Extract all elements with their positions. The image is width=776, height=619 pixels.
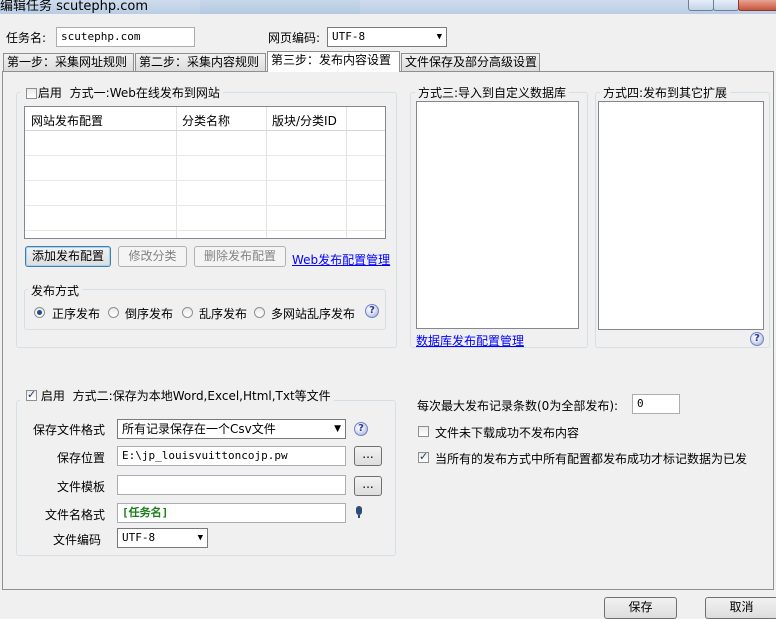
grid-row-line [25,205,385,206]
background-window-tab [200,0,360,14]
task-name-label: 任务名: [6,31,47,45]
method2-legend: 启用 方式二:保存为本地Word,Excel,Html,Txt等文件 [20,387,334,403]
method1-enable-checkbox[interactable] [26,88,37,99]
insert-tag-icon[interactable] [355,506,363,518]
mark-published-label[interactable]: 当所有的发布方式中所有配置都发布成功才标记数据为已发 [435,450,747,467]
radio-sequential[interactable] [34,307,45,318]
grid-row-line [25,230,385,231]
save-format-label: 保存文件格式 [33,423,106,437]
help-icon[interactable]: ? [354,422,368,436]
encoding-label: 网页编码: [268,31,321,45]
radio-reverse[interactable] [108,307,119,318]
maximize-button[interactable] [713,0,739,11]
tab-step4[interactable]: 文件保存及部分高级设置 [401,53,540,71]
grid-header-category[interactable]: 分类名称 [182,112,230,129]
filename-format-label: 文件名格式 [45,508,106,522]
publish-config-grid[interactable]: 网站发布配置 分类名称 版块/分类ID [24,106,386,239]
save-location-input[interactable]: E:\jp_louisvuittoncojp.pw [117,446,346,466]
method2-enable-checkbox[interactable] [26,388,37,401]
edit-category-button[interactable]: 修改分类 [118,246,187,267]
file-template-label: 文件模板 [57,480,106,494]
radio-random[interactable] [182,307,193,318]
skip-failed-checkbox[interactable] [418,426,429,437]
chevron-down-icon: ▼ [197,533,203,543]
delete-publish-config-button[interactable]: 删除发布配置 [194,246,286,267]
mark-published-checkbox[interactable] [418,450,429,463]
help-icon[interactable]: ? [750,332,764,346]
filename-format-input[interactable]: [任务名] [117,503,346,523]
max-records-label: 每次最大发布记录条数(0为全部发布): [417,399,619,413]
file-template-input[interactable] [117,475,346,495]
encoding-select[interactable]: UTF-8 ▼ [327,27,447,47]
save-format-value: 所有记录保存在一个Csv文件 [122,422,276,436]
browse-location-button[interactable]: ... [354,446,382,466]
method1-legend: 启用 方式一:Web在线发布到网站 [20,84,223,100]
task-name-input[interactable]: scutephp.com [56,27,195,47]
method2-title: 方式二:保存为本地Word,Excel,Html,Txt等文件 [72,389,331,403]
save-location-label: 保存位置 [57,451,106,465]
add-publish-config-button[interactable]: 添加发布配置 [25,246,111,267]
save-format-select[interactable]: 所有记录保存在一个Csv文件 ▼ [117,419,346,439]
grid-header-border [25,130,385,131]
encoding-select-value: UTF-8 [332,30,366,43]
method1-title: 方式一:Web在线发布到网站 [69,86,220,100]
method1-enable-label[interactable]: 启用 [38,86,62,100]
close-button[interactable] [738,0,776,11]
radio-reverse-label[interactable]: 倒序发布 [125,305,173,322]
tab-step2[interactable]: 第二步：采集内容规则 [135,53,266,71]
grid-row-line [25,180,385,181]
chevron-down-icon: ▼ [436,32,442,42]
method4-title: 方式四:发布到其它扩展 [600,84,731,101]
browse-template-button[interactable]: ... [354,476,382,496]
method2-enable-label[interactable]: 启用 [41,389,65,403]
grid-row-line [25,155,385,156]
radio-multisite-random-label[interactable]: 多网站乱序发布 [271,305,355,322]
radio-sequential-label[interactable]: 正序发布 [52,305,100,322]
publish-mode-label: 发布方式 [28,282,83,299]
file-encoding-value: UTF-8 [122,531,156,544]
window-title: 编辑任务 scutephp.com [0,0,149,14]
database-publish-config-manage-link[interactable]: 数据库发布配置管理 [416,332,524,349]
method4-listbox[interactable] [598,101,764,330]
file-encoding-select[interactable]: UTF-8 ▼ [117,528,208,548]
title-bar: 编辑任务 scutephp.com [0,0,776,14]
grid-header-config[interactable]: 网站发布配置 [31,112,103,129]
tab-step3[interactable]: 第三步：发布内容设置 [267,51,400,72]
chevron-down-icon: ▼ [334,424,341,434]
max-records-input[interactable]: 0 [632,394,680,414]
help-icon[interactable]: ? [365,304,379,318]
skip-failed-label[interactable]: 文件未下载成功不发布内容 [435,424,579,441]
radio-random-label[interactable]: 乱序发布 [199,305,247,322]
cancel-button[interactable]: 取消 [705,597,776,619]
tab-step1[interactable]: 第一步：采集网址规则 [3,53,134,71]
minimize-button[interactable] [688,0,714,11]
method3-listbox[interactable] [416,101,579,329]
file-encoding-label: 文件编码 [53,533,102,547]
web-publish-config-manage-link[interactable]: Web发布配置管理 [292,251,390,268]
save-button[interactable]: 保存 [604,597,677,619]
radio-multisite-random[interactable] [254,307,265,318]
grid-header-forum-id[interactable]: 版块/分类ID [272,112,337,129]
method3-title: 方式三:导入到自定义数据库 [415,84,570,101]
